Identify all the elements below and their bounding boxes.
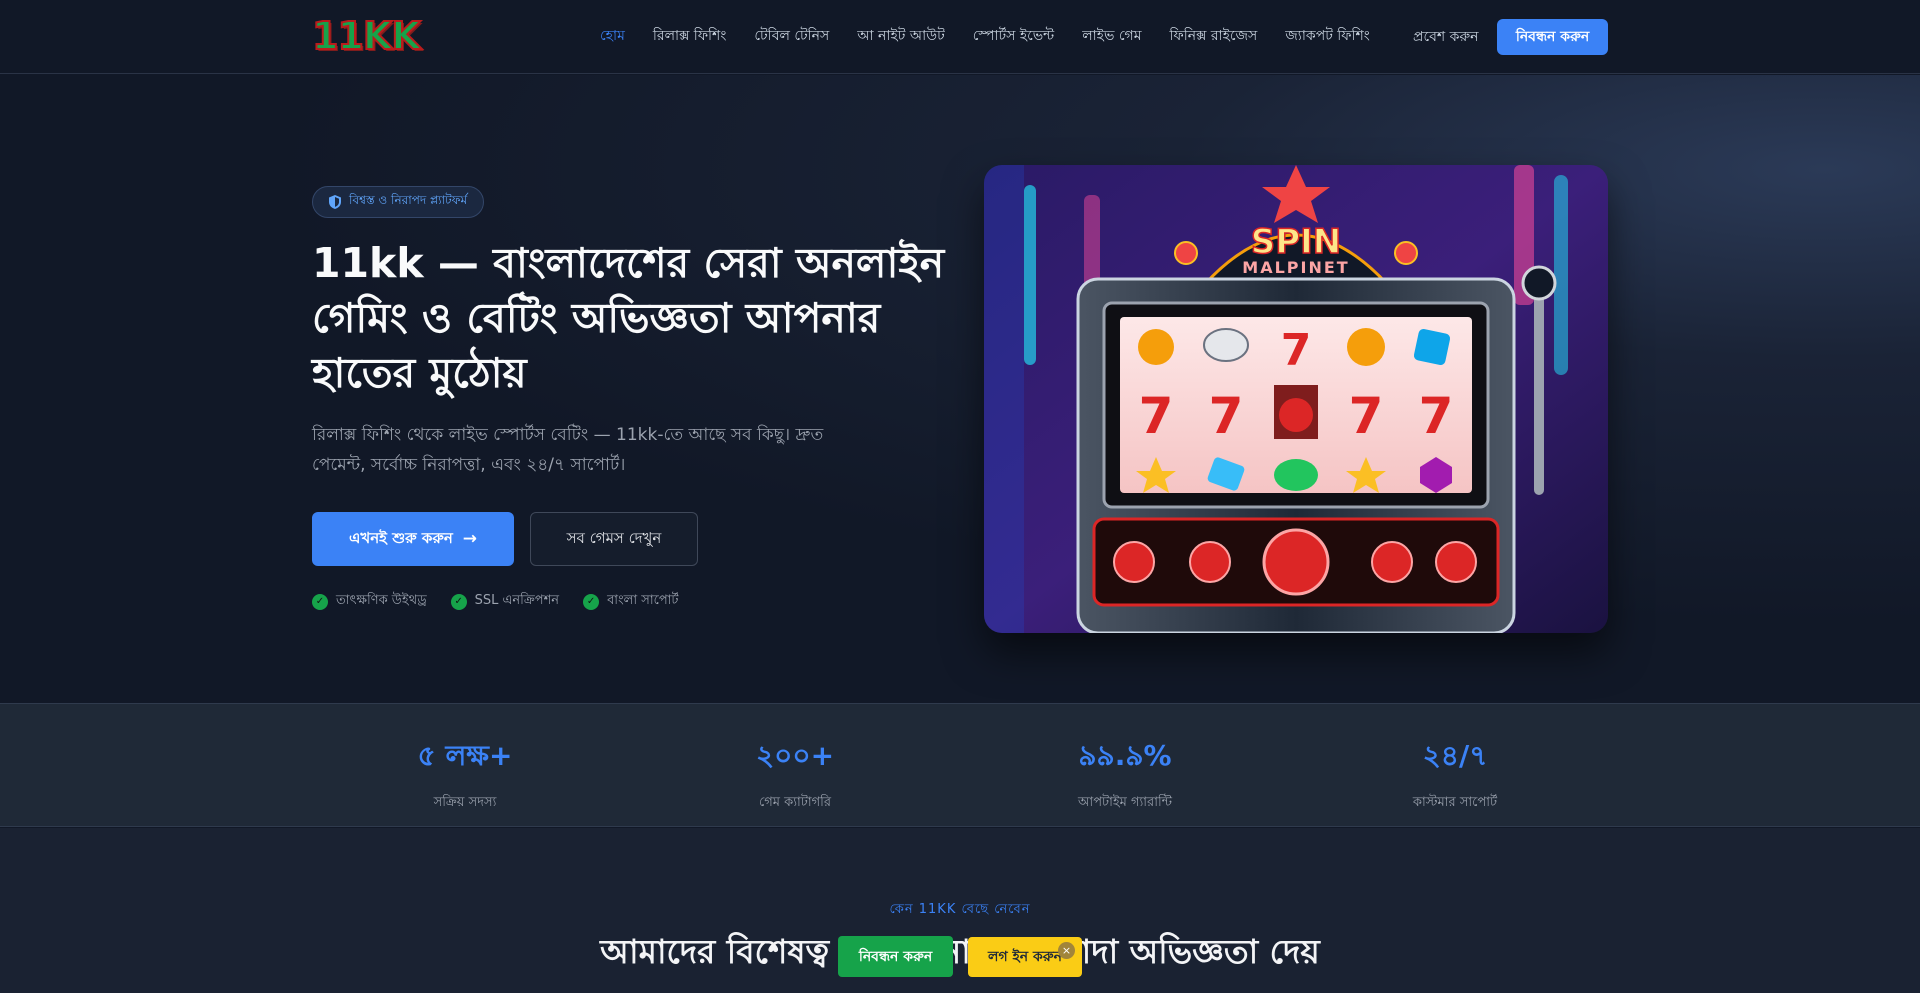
stat-item: ৫ লক্ষ+ সক্রিয় সদস্য [345, 734, 585, 814]
stat-label: সক্রিয় সদস্য [433, 795, 497, 810]
section-eyebrow: কেন 11KK বেছে নেবেন [889, 902, 1031, 917]
svg-text:7: 7 [1139, 387, 1174, 445]
close-icon[interactable]: × [1058, 942, 1075, 959]
nav-item-a-night-out[interactable]: আ নাইট আউট [857, 24, 944, 48]
trust-badge-label: বিশ্বস্ত ও নিরাপদ প্ল্যাটফর্ম [349, 193, 468, 207]
login-link[interactable]: প্রবেশ করুন [1413, 25, 1479, 49]
feature-label: SSL এনক্রিপশন [474, 593, 560, 608]
feature-label: তাৎক্ষণিক উইথড্র [336, 593, 427, 608]
slot-machine-image: SPIN MALPINET 7 7 7 7 7 [984, 165, 1608, 633]
site-logo[interactable]: 11KK [311, 13, 422, 59]
nav-item-home[interactable]: হোম [600, 24, 625, 48]
stat-value: ৫ লক্ষ+ [417, 739, 513, 772]
nav-item-live-game[interactable]: লাইভ গেম [1082, 24, 1141, 48]
site-header: 11KK হোম রিলাক্স ফিশিং টেবিল টেনিস আ নাই… [0, 0, 1920, 74]
feature-list: ✓ তাৎক্ষণিক উইথড্র ✓ SSL এনক্রিপশন ✓ বাং… [312, 591, 703, 612]
nav-item-table-tennis[interactable]: টেবিল টেনিস [754, 24, 829, 48]
check-circle-icon: ✓ [312, 593, 328, 610]
view-all-games-button[interactable]: সব গেমস দেখুন [530, 512, 698, 566]
trust-badge: বিশ্বস্ত ও নিরাপদ প্ল্যাটফর্ম [312, 186, 485, 218]
stat-value: ২০০+ [755, 739, 835, 772]
svg-text:7: 7 [1419, 387, 1454, 445]
nav-item-sports-events[interactable]: স্পোর্টস ইভেন্ট [973, 24, 1054, 48]
check-circle-icon: ✓ [450, 593, 467, 610]
stat-value: ২৪/৭ [1422, 739, 1488, 772]
svg-text:7: 7 [1281, 325, 1312, 376]
stat-item: ৯৯.৯% আপটাইম গ্যারান্টি [1005, 734, 1245, 814]
shield-icon [329, 195, 341, 209]
stat-value: ৯৯.৯% [1078, 739, 1172, 772]
stat-label: আপটাইম গ্যারান্টি [1078, 795, 1172, 810]
nav-item-relax-fishing[interactable]: রিলাক্স ফিশিং [653, 24, 727, 48]
svg-text:7: 7 [1209, 387, 1244, 445]
feature-item: ✓ SSL এনক্রিপশন [450, 591, 560, 612]
feature-item: ✓ তাৎক্ষণিক উইথড্র [312, 591, 427, 612]
hero-section [0, 75, 1920, 703]
get-started-label: এখনই শুরু করুন [348, 528, 453, 547]
slot-sign-top: SPIN [1251, 222, 1342, 262]
register-button[interactable]: নিবন্ধন করুন [1497, 19, 1608, 55]
main-nav: হোম রিলাক্স ফিশিং টেবিল টেনিস আ নাইট আউট… [600, 24, 1398, 48]
nav-item-phoenix-rises[interactable]: ফিনিক্স রাইজেস [1169, 24, 1257, 48]
stats-section: ৫ লক্ষ+ সক্রিয় সদস্য ২০০+ গেম ক্যাটাগরি… [0, 703, 1920, 827]
floating-register-button[interactable]: নিবন্ধন করুন [838, 936, 953, 977]
stat-item: ২০০+ গেম ক্যাটাগরি [675, 734, 915, 814]
section-title: আমাদের বিশেষত্ব যা আপনাকে আলাদা অভিজ্ঞতা… [600, 932, 1320, 971]
stat-label: গেম ক্যাটাগরি [758, 795, 832, 810]
check-circle-icon: ✓ [583, 593, 600, 610]
slot-machine-illustration: SPIN MALPINET 7 7 7 7 7 [984, 165, 1608, 633]
stat-item: ২৪/৭ কাস্টমার সাপোর্ট [1335, 734, 1575, 814]
arrow-right-icon: → [462, 529, 478, 549]
hero-title: 11kk — বাংলাদেশের সেরা অনলাইন গেমিং ও বে… [312, 239, 945, 397]
hero-subtitle: রিলাক্স ফিশিং থেকে লাইভ স্পোর্টস বেটিং —… [312, 425, 824, 475]
why-choose-section: কেন 11KK বেছে নেবেন আমাদের বিশেষত্ব যা আ… [0, 828, 1920, 993]
get-started-button[interactable]: এখনই শুরু করুন → [312, 512, 514, 566]
feature-label: বাংলা সাপোর্ট [607, 593, 679, 608]
svg-text:7: 7 [1349, 387, 1384, 445]
nav-item-jackpot-fishing[interactable]: জ্যাকপট ফিশিং [1285, 24, 1370, 48]
stat-label: কাস্টমার সাপোর্ট [1412, 795, 1498, 810]
slot-sign-bottom: MALPINET [1242, 258, 1349, 277]
feature-item: ✓ বাংলা সাপোর্ট [583, 591, 679, 612]
